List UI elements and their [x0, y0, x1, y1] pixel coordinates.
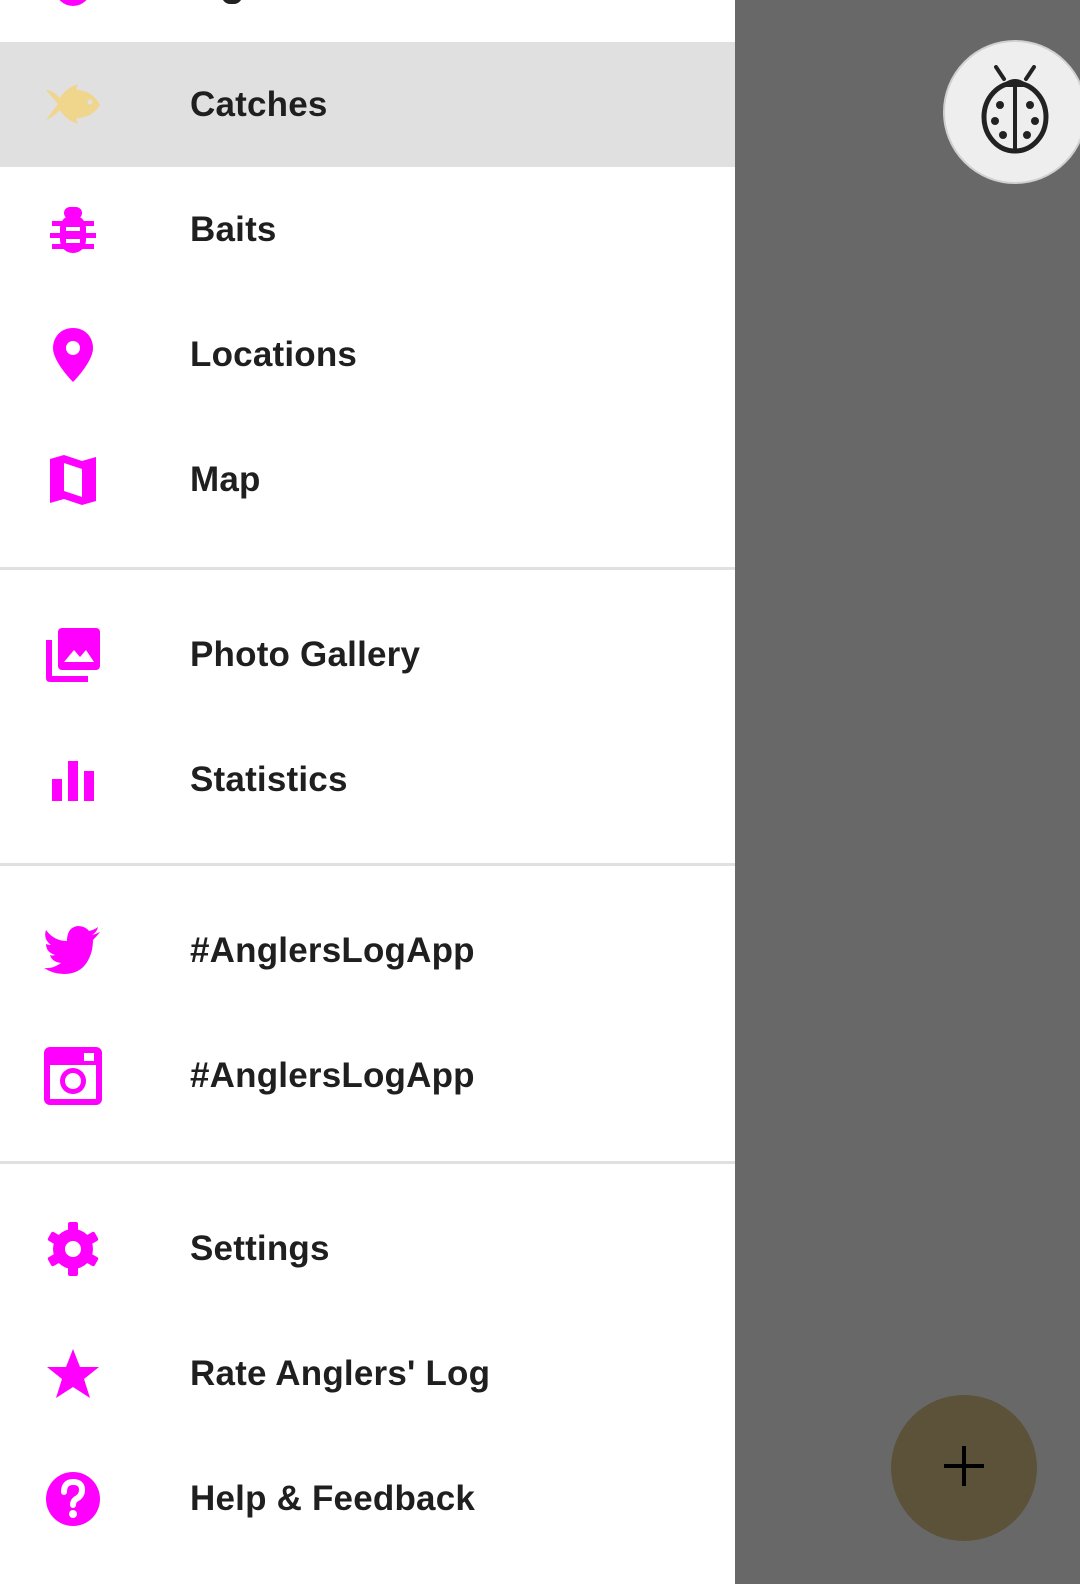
nav-item-catches[interactable]: Catches	[0, 42, 735, 167]
nav-item-locations[interactable]: Locations	[0, 292, 735, 417]
nav-item-instagram[interactable]: #AnglersLogApp	[0, 1013, 735, 1138]
plus-icon	[942, 1444, 986, 1493]
nav-item-label: Baits	[190, 209, 277, 249]
section-divider	[0, 1161, 735, 1164]
section-divider	[0, 567, 735, 570]
nav-item-label: Catches	[190, 84, 328, 124]
partially-visible-label	[222, 0, 242, 4]
fish-icon	[42, 74, 104, 136]
twitter-icon	[42, 920, 104, 982]
ladybug-icon	[978, 64, 1052, 160]
nav-item-label: Map	[190, 459, 261, 499]
nav-item-label: #AnglersLogApp	[190, 930, 475, 970]
nav-item-twitter[interactable]: #AnglersLogApp	[0, 888, 735, 1013]
bug-report-button[interactable]	[943, 40, 1080, 184]
nav-item-label: Photo Gallery	[190, 634, 421, 674]
section-divider	[0, 863, 735, 866]
nav-item-label: Settings	[190, 1228, 330, 1268]
nav-item-label: Locations	[190, 334, 358, 374]
help-icon	[42, 1468, 104, 1530]
instagram-icon	[42, 1045, 104, 1107]
photo-library-icon	[42, 624, 104, 686]
location-pin-icon	[42, 324, 104, 386]
bug-icon	[42, 199, 104, 261]
nav-item-label: Help & Feedback	[190, 1478, 476, 1518]
nav-item-rate[interactable]: Rate Anglers' Log	[0, 1311, 735, 1436]
nav-item-help[interactable]: Help & Feedback	[0, 1436, 735, 1561]
add-catch-button[interactable]	[891, 1395, 1037, 1541]
nav-item-photo-gallery[interactable]: Photo Gallery	[0, 592, 735, 717]
nav-item-statistics[interactable]: Statistics	[0, 717, 735, 842]
nav-item-label: Rate Anglers' Log	[190, 1353, 491, 1393]
gear-icon	[42, 1218, 104, 1280]
nav-item-label: #AnglersLogApp	[190, 1055, 475, 1095]
bar-chart-icon	[42, 749, 104, 811]
star-icon	[42, 1343, 104, 1405]
map-icon	[42, 449, 104, 511]
nav-item-map[interactable]: Map	[0, 417, 735, 542]
nav-item-settings[interactable]: Settings	[0, 1186, 735, 1311]
nav-item-label: Statistics	[190, 759, 348, 799]
nav-item-baits[interactable]: Baits	[0, 167, 735, 292]
navigation-drawer: Catches Baits Locations Map Photo Galler…	[0, 0, 735, 1584]
partially-visible-icon	[55, 0, 91, 6]
